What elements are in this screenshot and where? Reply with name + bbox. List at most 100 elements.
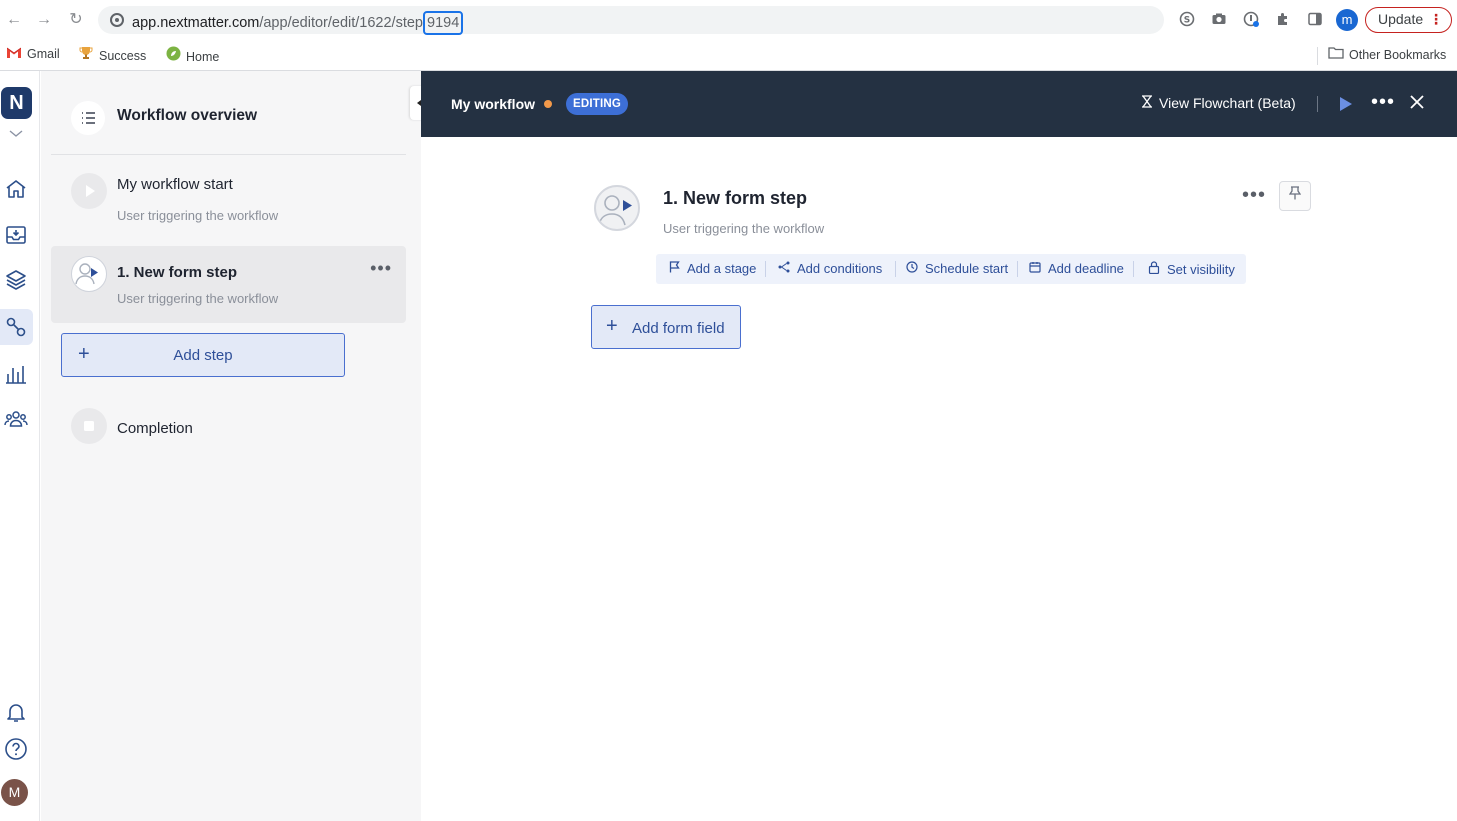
camera-extension-icon[interactable] <box>1211 11 1227 27</box>
sidebar-item-workflow-start[interactable]: My workflow start User triggering the wo… <box>51 167 406 233</box>
back-arrow-icon[interactable]: ← <box>4 10 24 30</box>
app-logo[interactable]: N <box>1 87 32 119</box>
browser-toolbar: ← → ↻ app.nextmatter.com/app/editor/edit… <box>0 0 1457 40</box>
action-divider <box>765 261 766 277</box>
bookmark-gmail[interactable]: Gmail <box>6 46 60 62</box>
sidebar-item-subtitle: User triggering the workflow <box>117 208 278 223</box>
action-label: Add conditions <box>797 261 882 276</box>
home-leaf-icon <box>165 46 181 65</box>
user-step-icon <box>71 256 107 292</box>
password-extension-icon[interactable] <box>1243 11 1259 27</box>
puzzle-extensions-icon[interactable] <box>1275 11 1291 27</box>
url-highlight: 9194 <box>423 11 463 35</box>
set-visibility-button[interactable]: Set visibility <box>1147 261 1235 277</box>
chevron-down-icon[interactable] <box>9 127 23 141</box>
editor-header: My workflow EDITING View Flowchart (Beta… <box>421 71 1457 137</box>
gmail-icon <box>6 46 22 62</box>
more-options-icon[interactable]: ••• <box>1242 184 1266 207</box>
status-badge: EDITING <box>566 93 628 115</box>
action-divider <box>1133 261 1134 277</box>
help-icon[interactable] <box>4 737 28 761</box>
add-form-field-button[interactable]: + Add form field <box>591 305 741 349</box>
workflow-overview-label: Workflow overview <box>117 107 257 125</box>
add-deadline-button[interactable]: Add deadline <box>1028 261 1124 276</box>
sidebar-item-title: My workflow start <box>117 176 233 193</box>
skype-extension-icon[interactable]: S <box>1179 11 1195 27</box>
side-panel-icon[interactable] <box>1307 11 1323 27</box>
other-bookmarks[interactable]: Other Bookmarks <box>1328 46 1446 63</box>
workflow-icon[interactable] <box>4 315 28 339</box>
flag-icon <box>667 261 681 276</box>
bookmark-home[interactable]: Home <box>165 46 219 65</box>
sidebar-item-subtitle: User triggering the workflow <box>117 291 278 306</box>
workflow-title[interactable]: My workflow <box>451 96 535 112</box>
add-step-button[interactable]: + Add step <box>61 333 345 377</box>
bookmarks-divider <box>1317 47 1318 65</box>
browser-menu-icon[interactable]: ⋮ <box>1429 8 1443 31</box>
run-workflow-icon[interactable] <box>1340 97 1352 111</box>
bookmark-label: Gmail <box>27 47 60 61</box>
workflow-steps-sidebar: Workflow overview My workflow start User… <box>41 71 421 821</box>
bookmark-label: Success <box>99 49 146 63</box>
svg-text:S: S <box>1184 16 1190 26</box>
url-text[interactable]: app.nextmatter.com/app/editor/edit/1622/… <box>132 11 463 35</box>
action-label: Add deadline <box>1048 261 1124 276</box>
action-label: Schedule start <box>925 261 1008 276</box>
action-divider <box>1017 261 1018 277</box>
unsaved-dot <box>544 100 552 108</box>
layers-icon[interactable] <box>4 268 28 292</box>
add-stage-button[interactable]: Add a stage <box>667 261 756 276</box>
bookmark-label: Home <box>186 50 219 64</box>
add-form-field-label: Add form field <box>632 320 725 337</box>
site-info-icon[interactable] <box>110 13 124 27</box>
play-icon <box>71 173 107 209</box>
update-button[interactable]: Update⋮ <box>1365 7 1452 33</box>
view-flowchart-button[interactable]: View Flowchart (Beta) <box>1141 95 1296 111</box>
add-conditions-button[interactable]: Add conditions <box>777 261 882 276</box>
url-domain: app.nextmatter.com <box>132 15 259 31</box>
sidebar-item-form-step[interactable]: 1. New form step User triggering the wor… <box>51 246 406 323</box>
bookmarks-bar: Gmail Success Home Other Bookmarks <box>0 40 1457 71</box>
branch-icon <box>777 261 791 276</box>
team-icon[interactable] <box>4 407 28 431</box>
sidebar-item-title: 1. New form step <box>117 264 237 281</box>
app-nav-rail: N M <box>0 71 40 821</box>
user-avatar[interactable]: M <box>1 779 28 806</box>
step-actions-bar: Add a stage Add conditions Schedule star… <box>656 254 1246 284</box>
calendar-icon <box>1028 261 1042 276</box>
chart-icon[interactable] <box>4 362 28 386</box>
header-divider <box>1317 96 1318 112</box>
forward-arrow-icon[interactable]: → <box>34 10 54 30</box>
trophy-icon <box>78 46 94 64</box>
schedule-start-button[interactable]: Schedule start <box>905 261 1008 276</box>
plus-icon: + <box>606 316 618 336</box>
profile-avatar[interactable]: m <box>1336 9 1358 31</box>
list-icon <box>71 101 105 135</box>
sidebar-item-completion[interactable]: Completion <box>51 405 406 447</box>
view-flowchart-label: View Flowchart (Beta) <box>1159 95 1296 111</box>
action-label: Set visibility <box>1167 262 1235 277</box>
workflow-overview-item[interactable]: Workflow overview <box>51 71 406 155</box>
other-bookmarks-label: Other Bookmarks <box>1349 48 1446 62</box>
more-options-icon[interactable]: ••• <box>1371 91 1395 114</box>
step-subtitle: User triggering the workflow <box>663 221 824 236</box>
url-path: /app/editor/edit/1622/step <box>259 15 423 31</box>
home-icon[interactable] <box>4 177 28 201</box>
add-step-label: Add step <box>62 347 344 364</box>
user-step-icon <box>594 185 640 231</box>
sidebar-item-title: Completion <box>117 420 193 437</box>
folder-icon <box>1328 46 1344 63</box>
lock-icon <box>1147 261 1161 277</box>
step-title[interactable]: 1. New form step <box>663 188 807 209</box>
bookmark-success[interactable]: Success <box>78 46 146 64</box>
pin-icon[interactable] <box>1279 181 1311 211</box>
inbox-icon[interactable] <box>4 223 28 247</box>
more-options-icon[interactable]: ••• <box>370 258 392 279</box>
reload-icon[interactable]: ↻ <box>66 10 86 30</box>
close-icon[interactable] <box>1409 90 1425 116</box>
flowchart-icon <box>1141 95 1153 111</box>
action-divider <box>895 261 896 277</box>
stop-icon <box>71 408 107 444</box>
bell-icon[interactable] <box>4 700 28 724</box>
address-bar[interactable]: app.nextmatter.com/app/editor/edit/1622/… <box>98 6 1164 34</box>
